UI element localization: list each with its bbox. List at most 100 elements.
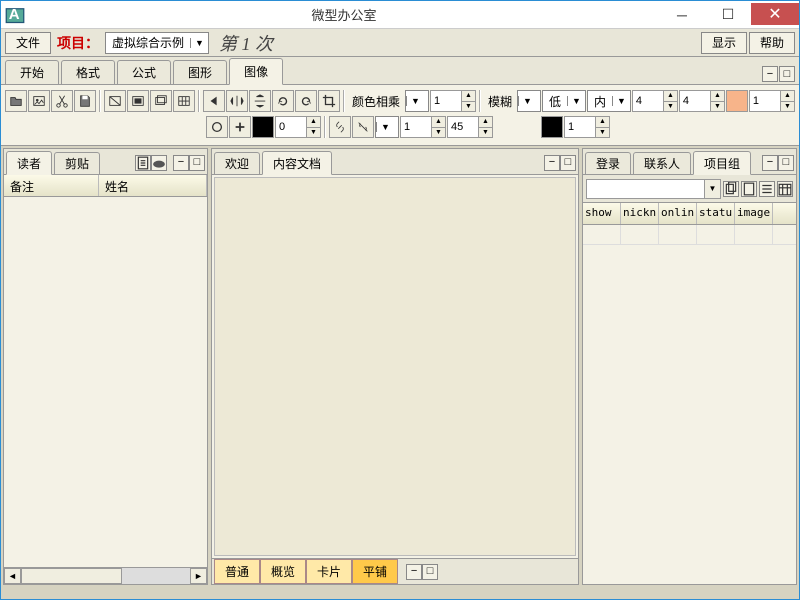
link-combo[interactable]: ▼ — [375, 116, 399, 138]
grid-icon[interactable] — [173, 90, 195, 112]
col-image[interactable]: image — [735, 203, 773, 224]
color-mult-label: 颜色相乘 — [348, 93, 404, 110]
right-grid-header: show nickn onlin statu image — [583, 203, 796, 225]
right-content — [583, 245, 796, 584]
brightness-icon[interactable] — [127, 90, 149, 112]
blur-combo[interactable]: ▼ — [517, 90, 541, 112]
tab-format[interactable]: 格式 — [61, 60, 115, 84]
plus-icon[interactable] — [229, 116, 251, 138]
right-min-button[interactable]: − — [762, 155, 778, 171]
spinner-45[interactable]: ▲▼ — [447, 116, 493, 138]
copy-icon[interactable] — [723, 181, 739, 197]
file-menu[interactable]: 文件 — [5, 32, 51, 54]
inner-combo[interactable]: 内▼ — [587, 90, 631, 112]
panel-min-button[interactable]: − — [762, 66, 778, 82]
ribbon: 颜色相乘 ▼ ▲▼ 模糊 ▼ 低▼ 内▼ ▲▼ ▲▼ ▲▼ ▲▼ ▼ ▲▼ ▲▼… — [1, 85, 799, 146]
filter-combo[interactable]: ▼ — [586, 179, 721, 199]
filter-row: ▼ — [583, 175, 796, 203]
color-swatch-1[interactable] — [726, 90, 748, 112]
blur-label: 模糊 — [484, 93, 516, 110]
view-min-button[interactable]: − — [406, 564, 422, 580]
view-tile[interactable]: 平铺 — [352, 559, 398, 584]
project-label: 项目： — [53, 33, 103, 53]
image-icon[interactable] — [28, 90, 50, 112]
rotate-ccw-icon[interactable] — [272, 90, 294, 112]
col-name[interactable]: 姓名 — [99, 175, 207, 196]
color-swatch-3[interactable] — [541, 116, 563, 138]
calendar-icon[interactable] — [777, 181, 793, 197]
tab-formula[interactable]: 公式 — [117, 60, 171, 84]
unlink-icon[interactable] — [352, 116, 374, 138]
help-button[interactable]: 帮助 — [749, 32, 795, 54]
svg-text:A: A — [9, 5, 20, 22]
maximize-button[interactable]: ☐ — [705, 3, 751, 27]
main-area: 读者 剪贴 − □ 备注 姓名 ◄ ► 欢迎 内容文档 − □ — [1, 146, 799, 587]
left-content — [4, 197, 207, 567]
col-show[interactable]: show — [583, 203, 621, 224]
left-min-button[interactable]: − — [173, 155, 189, 171]
doc-icon[interactable] — [135, 155, 151, 171]
tab-reader[interactable]: 读者 — [6, 151, 52, 175]
disk-icon[interactable] — [151, 155, 167, 171]
view-normal[interactable]: 普通 — [214, 559, 260, 584]
spinner-1c[interactable]: ▲▼ — [564, 116, 610, 138]
tab-start[interactable]: 开始 — [5, 60, 59, 84]
mid-min-button[interactable]: − — [544, 155, 560, 171]
tab-welcome[interactable]: 欢迎 — [214, 152, 260, 174]
col-nickname[interactable]: nickn — [621, 203, 659, 224]
contrast-icon[interactable] — [104, 90, 126, 112]
paste-icon[interactable] — [741, 181, 757, 197]
view-max-button[interactable]: □ — [422, 564, 438, 580]
open-icon[interactable] — [5, 90, 27, 112]
spinner-1a[interactable]: ▲▼ — [749, 90, 795, 112]
right-max-button[interactable]: □ — [778, 155, 794, 171]
blur-level-combo[interactable]: 低▼ — [542, 90, 586, 112]
app-icon: A — [5, 5, 25, 25]
layer-icon[interactable] — [150, 90, 172, 112]
tab-project-group[interactable]: 项目组 — [693, 151, 751, 175]
circle-icon[interactable] — [206, 116, 228, 138]
crop-icon[interactable] — [318, 90, 340, 112]
view-card[interactable]: 卡片 — [306, 559, 352, 584]
left-max-button[interactable]: □ — [189, 155, 205, 171]
scroll-right-icon[interactable]: ► — [190, 568, 207, 584]
spinner-1b[interactable]: ▲▼ — [400, 116, 446, 138]
rotate-cw-icon[interactable] — [295, 90, 317, 112]
tab-content-doc[interactable]: 内容文档 — [262, 151, 332, 175]
tab-contacts[interactable]: 联系人 — [633, 152, 691, 174]
tab-graphics[interactable]: 图形 — [173, 60, 227, 84]
spinner-4a[interactable]: ▲▼ — [632, 90, 678, 112]
tab-image[interactable]: 图像 — [229, 58, 283, 85]
col-remark[interactable]: 备注 — [4, 175, 99, 196]
col-status[interactable]: statu — [697, 203, 735, 224]
link-icon[interactable] — [329, 116, 351, 138]
view-overview[interactable]: 概览 — [260, 559, 306, 584]
color-mult-spinner[interactable]: ▲▼ — [430, 90, 476, 112]
main-toolbar: 文件 项目： 虚拟综合示例 ▼ 第 1 次 显示 帮助 — [1, 29, 799, 57]
project-select[interactable]: 虚拟综合示例 ▼ — [105, 32, 209, 54]
color-mult-combo[interactable]: ▼ — [405, 90, 429, 112]
cut-icon[interactable] — [51, 90, 73, 112]
right-panel: 登录 联系人 项目组 − □ ▼ show nickn onlin statu … — [582, 148, 797, 585]
mid-max-button[interactable]: □ — [560, 155, 576, 171]
flip-h-icon[interactable] — [226, 90, 248, 112]
list-icon[interactable] — [759, 181, 775, 197]
main-tabs: 开始 格式 公式 图形 图像 − □ — [1, 57, 799, 85]
close-button[interactable]: ✕ — [751, 3, 799, 25]
tab-clipboard[interactable]: 剪贴 — [54, 152, 100, 174]
flip-v-icon[interactable] — [249, 90, 271, 112]
left-scrollbar[interactable]: ◄ ► — [4, 567, 207, 584]
scroll-thumb[interactable] — [21, 568, 122, 584]
display-button[interactable]: 显示 — [701, 32, 747, 54]
save-icon[interactable] — [74, 90, 96, 112]
panel-max-button[interactable]: □ — [779, 66, 795, 82]
spinner-4b[interactable]: ▲▼ — [679, 90, 725, 112]
play-icon[interactable] — [203, 90, 225, 112]
spinner-0[interactable]: ▲▼ — [275, 116, 321, 138]
tab-login[interactable]: 登录 — [585, 152, 631, 174]
minimize-button[interactable]: ─ — [659, 3, 705, 27]
color-swatch-2[interactable] — [252, 116, 274, 138]
col-online[interactable]: onlin — [659, 203, 697, 224]
mid-panel: 欢迎 内容文档 − □ 普通 概览 卡片 平铺 − □ — [211, 148, 579, 585]
scroll-left-icon[interactable]: ◄ — [4, 568, 21, 584]
